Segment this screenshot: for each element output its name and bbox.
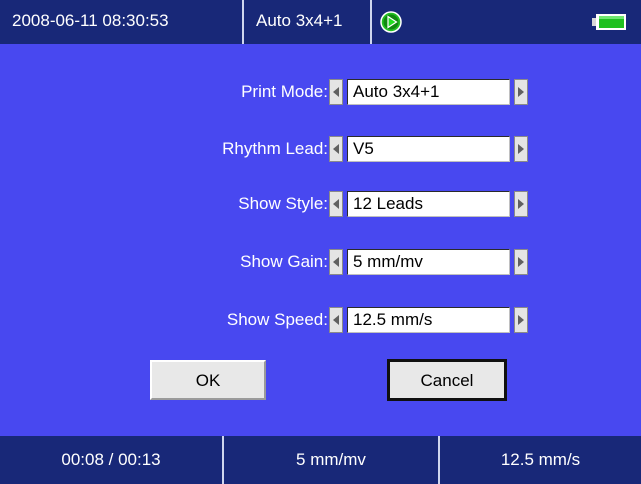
show-speed-label: Show Speed: [226,310,328,329]
recording-time: 00:08 / 00:13 [61,450,161,469]
show-speed-value[interactable]: 12.5 mm/s [347,307,510,333]
divider [242,0,244,44]
next-arrow-button[interactable] [514,191,528,217]
show-gain-label: Show Gain: [240,252,328,271]
show-style-value[interactable]: 12 Leads [347,191,510,217]
chevron-left-icon [333,257,339,267]
ok-button[interactable]: OK [150,360,266,400]
print-mode-label: Print Mode: [241,82,328,101]
bottom-status-bar: 00:08 / 00:13 5 mm/mv 12.5 mm/s [0,436,641,484]
next-arrow-button[interactable] [514,307,528,333]
divider [370,0,372,44]
previous-arrow-button[interactable] [329,191,343,217]
play-circle-icon[interactable] [379,10,403,34]
show-style-label: Show Style: [238,194,328,213]
chevron-right-icon [518,199,524,209]
rhythm-lead-value[interactable]: V5 [347,136,510,162]
gain-status: 5 mm/mv [296,450,366,469]
next-arrow-button[interactable] [514,249,528,275]
show-speed-row: Show Speed: 12.5 mm/s [0,307,641,333]
previous-arrow-button[interactable] [329,136,343,162]
rhythm-lead-label: Rhythm Lead: [222,139,328,158]
cancel-button[interactable]: Cancel [387,359,507,401]
chevron-left-icon [333,144,339,154]
print-mode-row: Print Mode: Auto 3x4+1 [0,79,641,105]
show-style-row: Show Style: 12 Leads [0,191,641,217]
datetime-display: 2008-06-11 08:30:53 [12,11,169,30]
chevron-right-icon [518,315,524,325]
next-arrow-button[interactable] [514,136,528,162]
next-arrow-button[interactable] [514,79,528,105]
chevron-left-icon [333,199,339,209]
rhythm-lead-row: Rhythm Lead: V5 [0,136,641,162]
show-gain-value[interactable]: 5 mm/mv [347,249,510,275]
speed-status: 12.5 mm/s [500,450,581,469]
battery-icon [592,14,626,30]
previous-arrow-button[interactable] [329,79,343,105]
print-mode-value[interactable]: Auto 3x4+1 [347,79,510,105]
print-settings-dialog: Print Mode: Auto 3x4+1 Rhythm Lead: V5 S… [0,44,641,436]
top-status-bar: 2008-06-11 08:30:53 Auto 3x4+1 [0,0,641,44]
chevron-right-icon [518,87,524,97]
previous-arrow-button[interactable] [329,249,343,275]
chevron-left-icon [333,315,339,325]
chevron-left-icon [333,87,339,97]
chevron-right-icon [518,144,524,154]
show-gain-row: Show Gain: 5 mm/mv [0,249,641,275]
chevron-right-icon [518,257,524,267]
current-mode-display: Auto 3x4+1 [256,11,343,30]
previous-arrow-button[interactable] [329,307,343,333]
